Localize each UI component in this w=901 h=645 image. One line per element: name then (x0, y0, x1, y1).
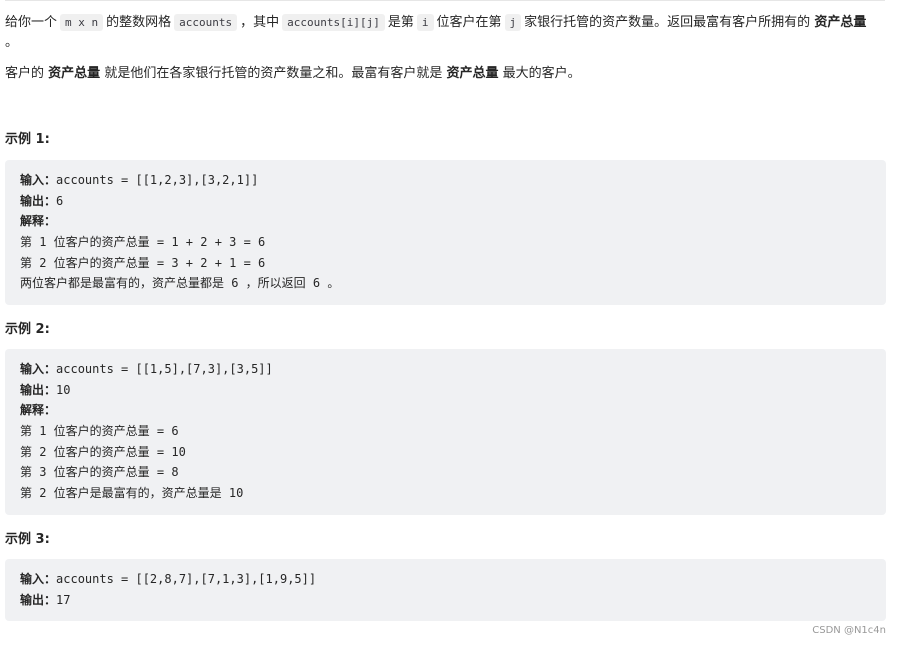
explanation-line: 第 2 位客户的资产总量 = 10 (20, 444, 186, 459)
output-label: 输出： (20, 592, 57, 607)
output-line: 输出：6 (20, 191, 871, 212)
text: 家银行托管的资产数量。返回最富有客户所拥有的 (524, 15, 811, 30)
text: 是第 (387, 15, 414, 30)
text: 客户的 (5, 66, 45, 81)
explanation-line: 第 1 位客户的资产总量 = 6 (20, 424, 179, 439)
input-value: accounts = [[2,8,7],[7,1,3],[1,9,5]] (56, 572, 317, 586)
input-label: 输入： (20, 572, 57, 586)
bold-term: 资产总量 (814, 15, 867, 30)
example-1-heading: 示例 1: (5, 132, 50, 147)
bold-term: 资产总量 (446, 66, 499, 81)
problem-definition: 客户的 资产总量 就是他们在各家银行托管的资产数量之和。最富有客户就是 资产总量… (5, 64, 887, 84)
output-label: 输出： (20, 382, 57, 397)
text: 最大的客户。 (502, 66, 581, 81)
explanation-label-line: 解释： (20, 400, 871, 421)
inline-code-accounts: accounts (174, 14, 238, 31)
top-divider (5, 0, 885, 1)
explanation-label-line: 解释： (20, 211, 871, 232)
input-line: 输入：accounts = [[1,5],[7,3],[3,5]] (20, 359, 871, 380)
output-line: 输出：17 (20, 590, 871, 611)
output-value: 10 (56, 382, 71, 397)
text: 就是他们在各家银行托管的资产数量之和。最富有客户就是 (104, 66, 443, 81)
inline-code-accounts-ij: accounts[i][j] (282, 14, 385, 31)
example-2-heading: 示例 2: (5, 322, 50, 337)
bold-term: 资产总量 (48, 66, 101, 81)
explanation-line: 第 3 位客户的资产总量 = 8 (20, 465, 179, 480)
example-1-block: 输入：accounts = [[1,2,3],[3,2,1]] 输出：6 解释：… (5, 160, 886, 305)
explanation-label: 解释： (20, 214, 57, 229)
example-3-heading: 示例 3: (5, 532, 50, 547)
explanation-line: 第 2 位客户的资产总量 = 3 + 2 + 1 = 6 (20, 255, 266, 270)
explanation-line: 第 2 位客户是最富有的，资产总量是 10 (20, 486, 244, 501)
input-value: accounts = [[1,5],[7,3],[3,5]] (56, 362, 273, 376)
text: 给你一个 (5, 15, 58, 30)
text: 的整数网格 (106, 15, 172, 30)
explanation-line: 两位客户都是最富有的，资产总量都是 6 ，所以返回 6 。 (20, 276, 340, 291)
input-label: 输入： (20, 173, 57, 187)
output-line: 输出：10 (20, 380, 871, 401)
inline-code-dimensions: m x n (60, 14, 104, 31)
input-line: 输入：accounts = [[1,2,3],[3,2,1]] (20, 170, 871, 191)
text: 。 (5, 35, 19, 50)
output-value: 6 (56, 193, 64, 208)
explanation-label: 解释： (20, 403, 57, 418)
text: 位客户在第 (436, 15, 502, 30)
explanation-line: 第 1 位客户的资产总量 = 1 + 2 + 3 = 6 (20, 235, 266, 250)
inline-code-i: i (416, 14, 434, 31)
output-label: 输出： (20, 193, 57, 208)
text: ，其中 (240, 15, 280, 30)
input-label: 输入： (20, 362, 57, 376)
output-value: 17 (56, 592, 71, 607)
csdn-watermark: CSDN @N1c4n (812, 625, 886, 636)
example-3-block: 输入：accounts = [[2,8,7],[7,1,3],[1,9,5]] … (5, 559, 886, 621)
example-2-block: 输入：accounts = [[1,5],[7,3],[3,5]] 输出：10 … (5, 349, 886, 515)
input-value: accounts = [[1,2,3],[3,2,1]] (56, 173, 259, 187)
inline-code-j: j (504, 14, 522, 31)
input-line: 输入：accounts = [[2,8,7],[7,1,3],[1,9,5]] (20, 569, 871, 590)
problem-description: 给你一个 m x n 的整数网格 accounts ，其中 accounts[i][j] 是… (5, 13, 887, 53)
